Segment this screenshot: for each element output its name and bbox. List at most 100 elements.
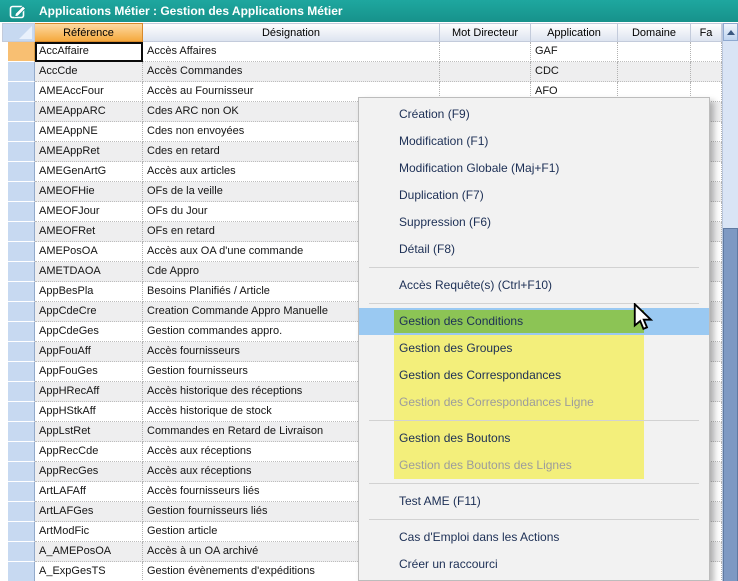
menu-item[interactable]: Gestion des Correspondances [359,362,709,389]
select-all-corner[interactable] [2,23,35,42]
cell-reference[interactable]: AppCdeGes [35,322,143,342]
cell-reference[interactable]: AppFouGes [35,362,143,382]
cell-reference[interactable]: AMEGenArtG [35,162,143,182]
row-selector[interactable] [8,62,35,82]
cell-fa[interactable] [691,62,722,82]
column-header-reference[interactable]: Référence [35,23,143,42]
cell-reference[interactable]: ArtLAFGes [35,502,143,522]
menu-item[interactable]: Suppression (F6) [359,209,709,236]
cell-reference[interactable]: AppHStkAff [35,402,143,422]
row-selector[interactable] [8,542,35,562]
cell-reference[interactable]: AMEAppNE [35,122,143,142]
column-header-fa[interactable]: Fa [691,23,722,42]
column-header-mot_directeur[interactable]: Mot Directeur [440,23,531,42]
row-selector[interactable] [8,222,35,242]
cell-reference[interactable]: AMEAppRet [35,142,143,162]
column-header-designation[interactable]: Désignation [143,23,440,42]
scroll-up-button[interactable] [723,23,738,41]
application-window: Applications Métier : Gestion des Applic… [0,0,738,581]
row-selector[interactable] [8,482,35,502]
column-header-application[interactable]: Application [531,23,618,42]
row-selector[interactable] [8,122,35,142]
row-selector[interactable] [8,262,35,282]
cell-reference[interactable]: AMEPosOA [35,242,143,262]
row-selector[interactable] [8,442,35,462]
row-selector[interactable] [8,202,35,222]
cell-reference[interactable]: AMEAppARC [35,102,143,122]
row-selector[interactable] [8,422,35,442]
cell-reference[interactable]: AppLstRet [35,422,143,442]
menu-separator [359,479,709,488]
table-row[interactable]: AccCdeAccès Commandes CDC [0,62,722,82]
cell-reference[interactable]: AppHRecAff [35,382,143,402]
row-selector[interactable] [8,102,35,122]
menu-item: Gestion des Boutons des Lignes [359,452,709,479]
table-header-row: RéférenceDésignationMot DirecteurApplica… [2,23,722,42]
row-selector[interactable] [8,82,35,102]
menu-item[interactable]: Gestion des Groupes [359,335,709,362]
menu-item[interactable]: Création (F9) [359,101,709,128]
menu-item[interactable]: Duplication (F7) [359,182,709,209]
column-header-domaine[interactable]: Domaine [618,23,691,42]
row-selector[interactable] [8,322,35,342]
cell-application[interactable]: CDC [531,62,618,82]
cell-reference[interactable]: AMEAccFour [35,82,143,102]
cell-reference[interactable]: AMETDAOA [35,262,143,282]
row-selector[interactable] [8,282,35,302]
menu-item[interactable]: Modification (F1) [359,128,709,155]
cell-reference[interactable]: AppFouAff [35,342,143,362]
cell-domaine[interactable] [618,42,691,62]
cell-designation[interactable]: Accès Commandes [143,62,440,82]
menu-separator [359,263,709,272]
scrollbar-thumb[interactable] [723,228,738,581]
row-selector[interactable] [8,462,35,482]
cell-reference[interactable]: A_ExpGesTS [35,562,143,581]
cell-reference[interactable]: ArtLAFAff [35,482,143,502]
cell-reference[interactable]: AppBesPla [35,282,143,302]
row-selector[interactable] [8,182,35,202]
cell-reference[interactable]: AccCde [35,62,143,82]
row-selector[interactable] [8,342,35,362]
mouse-cursor-icon [630,303,658,338]
row-selector[interactable] [8,302,35,322]
menu-separator [359,515,709,524]
cell-reference[interactable]: AccAffaire [35,42,143,62]
row-selector[interactable] [8,242,35,262]
row-selector[interactable] [8,382,35,402]
vertical-scrollbar[interactable] [722,23,738,581]
row-selector[interactable] [8,402,35,422]
row-selector[interactable] [8,142,35,162]
cell-reference[interactable]: AMEOFHie [35,182,143,202]
menu-item[interactable]: Accès Requête(s) (Ctrl+F10) [359,272,709,299]
cell-reference[interactable]: AppCdeCre [35,302,143,322]
cell-mot_directeur[interactable] [440,62,531,82]
context-menu: Création (F9)Modification (F1)Modificati… [358,97,710,581]
menu-item[interactable]: Détail (F8) [359,236,709,263]
row-selector[interactable] [8,362,35,382]
cell-fa[interactable] [691,42,722,62]
row-selector[interactable] [8,562,35,581]
cell-reference[interactable]: AMEOFRet [35,222,143,242]
table-row[interactable]: AccAffaireAccès Affaires GAF [0,42,722,62]
cell-application[interactable]: GAF [531,42,618,62]
menu-item[interactable]: Test AME (F11) [359,488,709,515]
cell-reference[interactable]: AppRecGes [35,462,143,482]
row-selector[interactable] [8,522,35,542]
menu-item[interactable]: Modification Globale (Maj+F1) [359,155,709,182]
cell-mot_directeur[interactable] [440,42,531,62]
cell-reference[interactable]: A_AMEPosOA [35,542,143,562]
row-selector[interactable] [8,502,35,522]
row-selector[interactable] [8,42,35,62]
menu-item[interactable]: Cas d'Emploi dans les Actions [359,524,709,551]
window-titlebar: Applications Métier : Gestion des Applic… [0,0,738,22]
menu-item: Gestion des Correspondances Ligne [359,389,709,416]
row-selector[interactable] [8,162,35,182]
cell-designation[interactable]: Accès Affaires [143,42,440,62]
cell-domaine[interactable] [618,62,691,82]
menu-item[interactable]: Créer un raccourci [359,551,709,578]
cell-reference[interactable]: AppRecCde [35,442,143,462]
cell-reference[interactable]: ArtModFic [35,522,143,542]
cell-reference[interactable]: AMEOFJour [35,202,143,222]
menu-item[interactable]: Gestion des Boutons [359,425,709,452]
menu-separator [359,416,709,425]
